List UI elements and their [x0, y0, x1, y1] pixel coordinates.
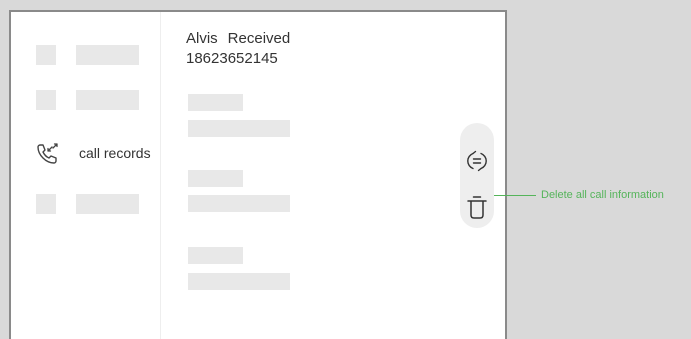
- phone-number: 18623652145: [186, 50, 278, 67]
- caller-name: Alvis: [186, 30, 218, 47]
- sidebar: call records: [11, 12, 161, 339]
- phone-call-records-icon: [37, 143, 58, 164]
- delete-all-button[interactable]: [465, 195, 489, 221]
- sync-button[interactable]: [465, 148, 489, 174]
- sidebar-item-placeholder-label: [76, 194, 139, 214]
- call-status: Received: [227, 30, 291, 47]
- sidebar-item-placeholder-icon: [36, 90, 56, 110]
- record-placeholder-title: [188, 170, 243, 187]
- sidebar-item-label: call records: [79, 145, 151, 161]
- action-toolbar: [460, 123, 494, 228]
- record-placeholder-line: [188, 273, 290, 290]
- call-records-panel: call records Alvis Received 18623652145: [9, 10, 507, 339]
- sync-exchange-icon: [467, 150, 487, 172]
- delete-all-callout-label: Delete all call information: [541, 189, 664, 201]
- callout-connector-line: [494, 195, 536, 196]
- trash-icon: [467, 196, 487, 219]
- sidebar-item-placeholder-icon: [36, 194, 56, 214]
- record-placeholder-line: [188, 195, 290, 212]
- call-record-header: Alvis Received: [186, 30, 290, 47]
- sidebar-item-placeholder-label: [76, 45, 139, 65]
- record-placeholder-line: [188, 120, 290, 137]
- sidebar-item-placeholder-icon: [36, 45, 56, 65]
- sidebar-item-placeholder-label: [76, 90, 139, 110]
- record-placeholder-title: [188, 247, 243, 264]
- record-placeholder-title: [188, 94, 243, 111]
